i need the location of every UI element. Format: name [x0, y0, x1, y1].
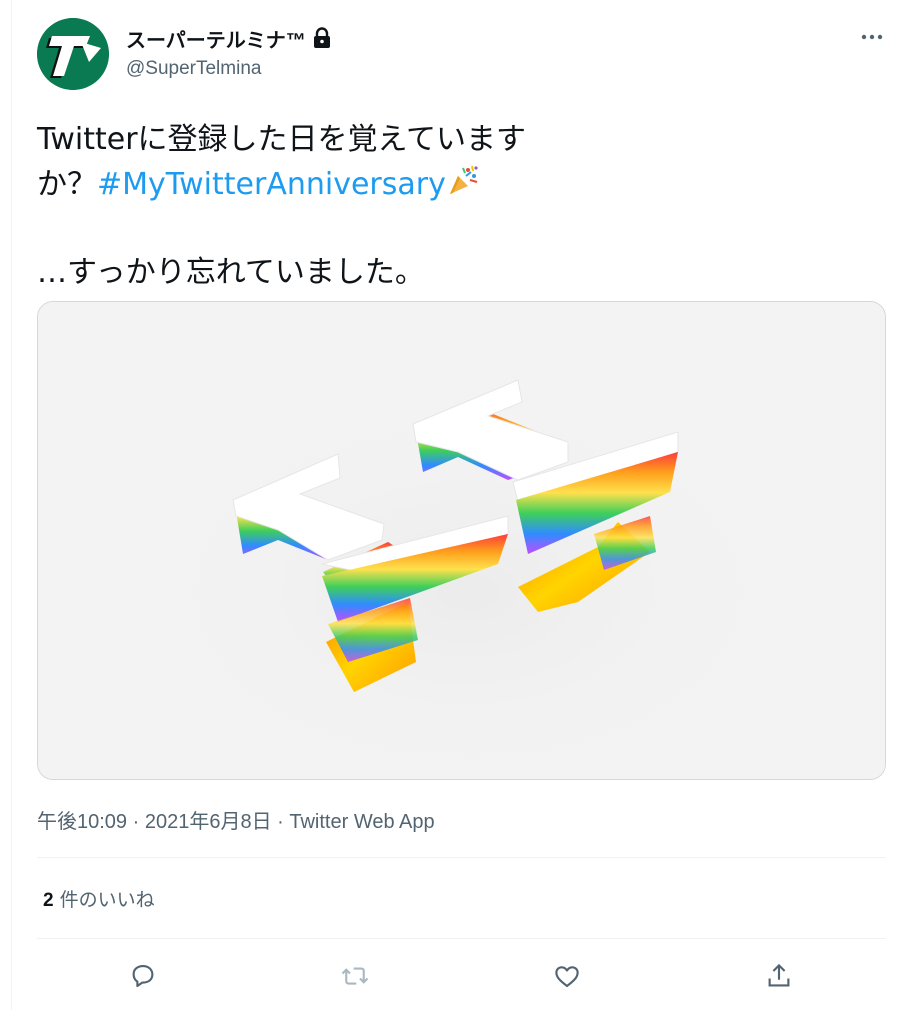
tweet-date[interactable]: 2021年6月8日 — [145, 811, 272, 833]
reply-icon — [132, 964, 154, 988]
tweet-text-segment: か？ — [37, 167, 97, 202]
lock-icon — [312, 27, 332, 49]
reply-button[interactable] — [123, 956, 163, 996]
name-row: スーパーテルミナ™ — [126, 23, 332, 53]
likes-label: 件のいいね — [59, 890, 155, 911]
tweet-header: スーパーテルミナ™ @SuperTelmina — [37, 18, 886, 90]
more-options-icon[interactable] — [860, 30, 884, 44]
tweet-metadata: 午後10:09 · 2021年6月8日 · Twitter Web App — [37, 805, 435, 834]
tweet-text-line-2: か？#MyTwitterAnniversary — [37, 162, 637, 207]
avatar[interactable] — [37, 18, 109, 90]
avatar-logo-icon — [37, 18, 109, 90]
retweet-button[interactable] — [335, 956, 375, 996]
tweet-text-line-3: …すっかり忘れていました。 — [37, 255, 425, 290]
tweet-time[interactable]: 午後10:09 — [37, 811, 127, 833]
user-handle[interactable]: @SuperTelmina — [126, 58, 261, 80]
anniversary-11-image — [38, 302, 885, 779]
like-button[interactable] — [547, 956, 587, 996]
tweet-text-segment: す — [496, 122, 527, 157]
likes-count-link[interactable]: 2 件のいいね — [43, 885, 155, 912]
tweet-actions-bar — [37, 952, 886, 998]
tweet-text-segment: Twitterに登録した日を覚えていま — [37, 122, 497, 157]
tweet-text: Twitterに登録した日を覚えています か？#MyTwitterAnniver… — [37, 118, 637, 295]
divider — [37, 938, 886, 939]
likes-count: 2 — [43, 890, 54, 911]
hashtag-link[interactable]: #MyTwitterAnniversary — [97, 167, 446, 202]
retweet-icon — [341, 967, 369, 985]
tweet-media-image[interactable] — [37, 301, 886, 780]
tweet-text-line-blank — [37, 207, 637, 251]
heart-icon — [555, 966, 579, 988]
share-button[interactable] — [759, 956, 799, 996]
source-app-link[interactable]: Twitter Web App — [289, 811, 434, 833]
divider — [37, 857, 886, 858]
timeline-border — [11, 0, 12, 1010]
meta-separator: · — [127, 811, 145, 833]
display-name[interactable]: スーパーテルミナ™ — [126, 24, 306, 53]
share-icon — [768, 963, 790, 987]
party-popper-icon — [446, 162, 482, 198]
tweet-text-line-1: Twitterに登録した日を覚えています — [37, 118, 637, 162]
meta-separator: · — [271, 811, 290, 833]
